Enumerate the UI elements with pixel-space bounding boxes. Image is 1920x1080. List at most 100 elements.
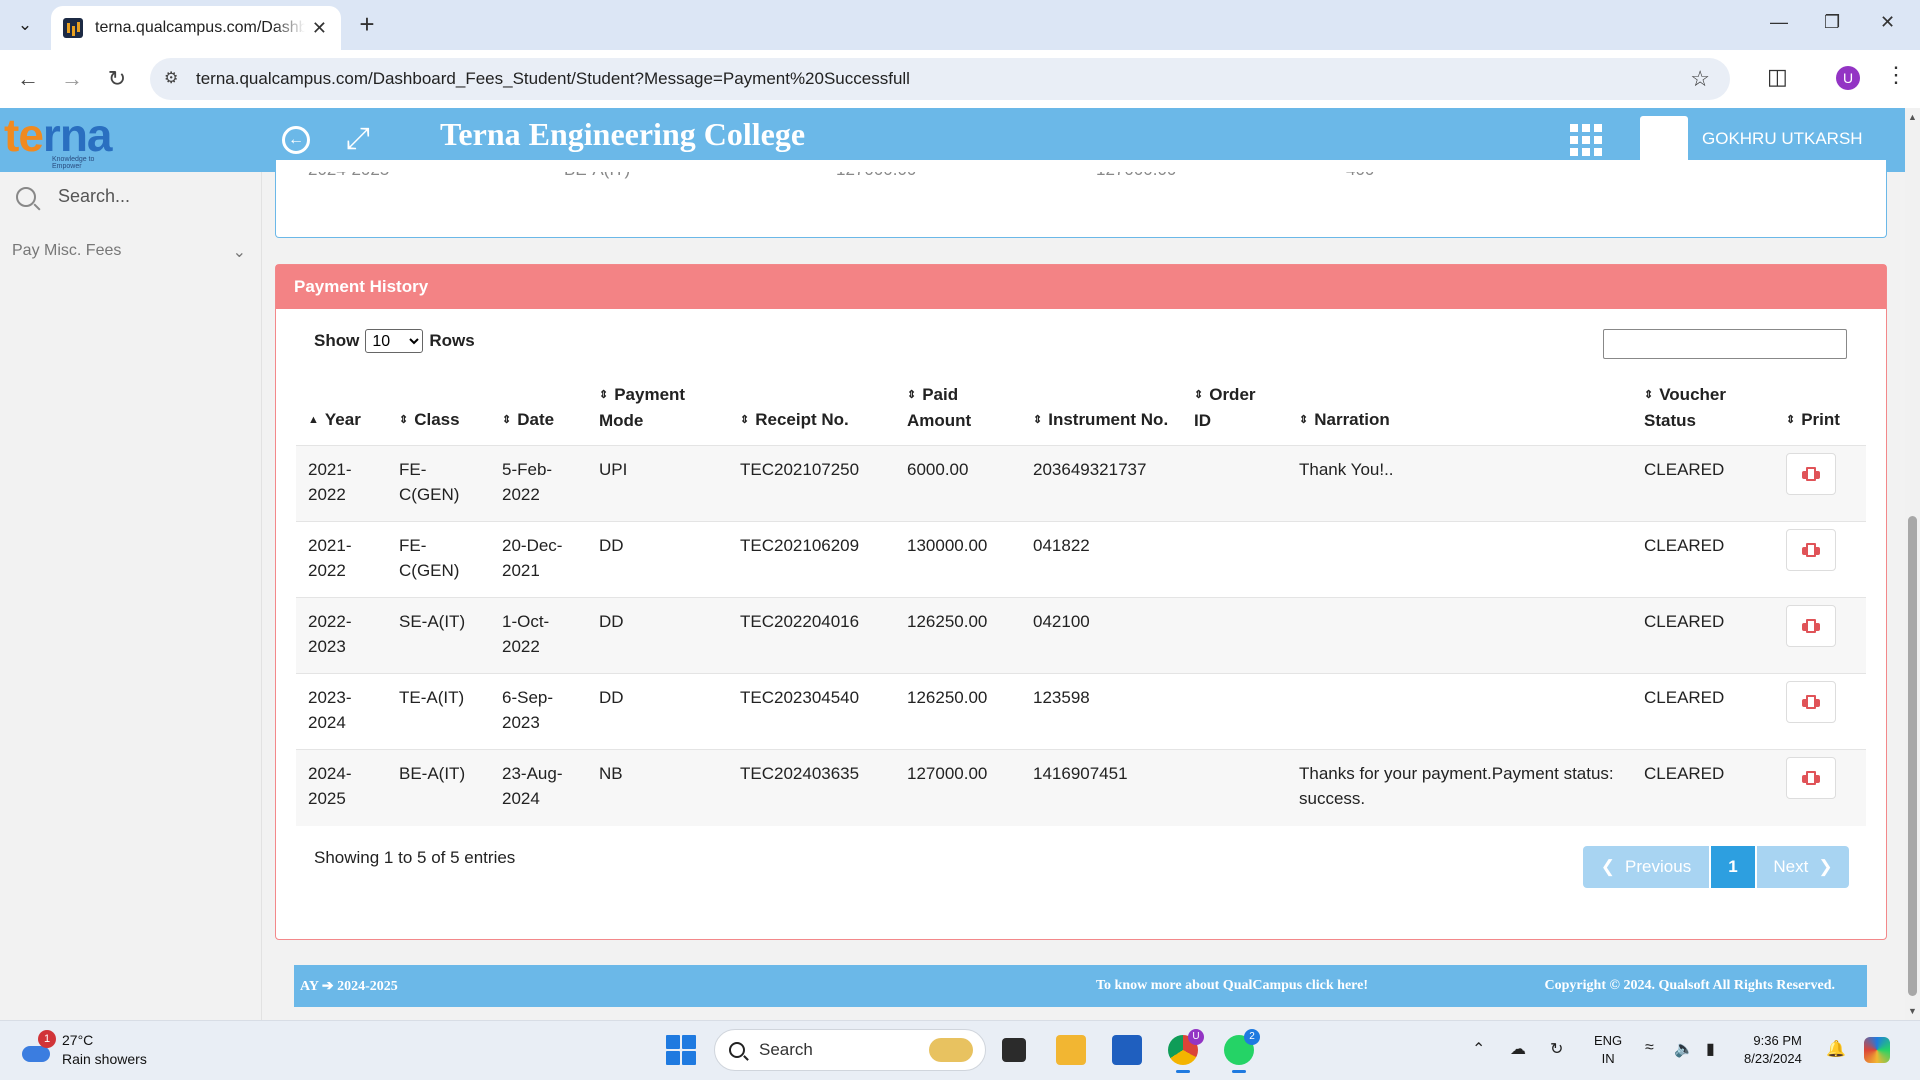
microsoft-store-icon[interactable] xyxy=(1112,1035,1142,1065)
print-receipt-button[interactable] xyxy=(1786,605,1836,647)
pagination: ❮ Previous 1 Next ❯ xyxy=(1583,846,1849,888)
sidebar-item-pay-misc-fees[interactable]: Pay Misc. Fees ⌄ xyxy=(12,242,246,262)
browser-menu-icon[interactable]: ⋮ xyxy=(1885,62,1907,88)
cell-class: TE-A(IT) xyxy=(387,673,490,750)
weather-widget[interactable]: 1 27°C Rain showers xyxy=(20,1030,147,1069)
rows-per-page-select[interactable]: 102550100 xyxy=(365,329,424,353)
qualcampus-link[interactable]: To know more about QualCampus click here… xyxy=(1096,978,1368,994)
profile-avatar[interactable]: U xyxy=(1836,66,1860,90)
sidebar-search-input[interactable] xyxy=(58,186,238,207)
weather-badge: 1 xyxy=(38,1030,56,1048)
cell-receipt: TEC202106209 xyxy=(728,521,895,598)
back-arrow-icon[interactable]: ← xyxy=(14,66,42,94)
sort-icon: ⇕ xyxy=(740,414,750,426)
tab-close-icon[interactable]: ✕ xyxy=(312,18,327,39)
notification-bell-icon[interactable]: 🔔 xyxy=(1826,1039,1846,1059)
cell-year: 2021-2022 xyxy=(296,445,387,522)
col-payment-mode[interactable]: ⇕ Payment Mode xyxy=(587,372,728,446)
extensions-puzzle-icon[interactable]: ◫ xyxy=(1767,64,1788,90)
col-class[interactable]: ⇕ Class xyxy=(387,372,490,446)
address-bar[interactable]: ⚙ terna.qualcampus.com/Dashboard_Fees_St… xyxy=(150,58,1730,100)
whatsapp-icon[interactable]: 2 xyxy=(1224,1029,1260,1073)
minimize-icon[interactable]: — xyxy=(1770,12,1788,33)
page-scrollbar[interactable]: ▲ ▼ xyxy=(1905,108,1920,1020)
next-page-button[interactable]: Next ❯ xyxy=(1757,846,1849,888)
site-info-icon[interactable]: ⚙ xyxy=(164,68,186,90)
sync-icon[interactable]: ↻ xyxy=(1550,1039,1563,1059)
panel-title: Payment History xyxy=(276,265,1886,309)
col-year[interactable]: ▲ Year xyxy=(296,372,387,446)
col-narration[interactable]: ⇕ Narration xyxy=(1287,372,1632,446)
restore-icon[interactable]: ❐ xyxy=(1824,12,1840,33)
browser-tab-active[interactable]: terna.qualcampus.com/Dashbo ✕ xyxy=(51,6,341,50)
browser-tab-bar: ⌄ terna.qualcampus.com/Dashbo ✕ + — ❐ ✕ xyxy=(0,0,1920,50)
search-icon xyxy=(16,186,36,207)
copilot-icon[interactable] xyxy=(1864,1037,1890,1063)
scroll-up-arrow-icon[interactable]: ▲ xyxy=(1908,112,1917,122)
cell-order-id xyxy=(1182,597,1287,674)
sort-icon: ⇕ xyxy=(1194,389,1204,401)
wifi-icon[interactable]: ≈ xyxy=(1645,1039,1654,1057)
bookmark-star-icon[interactable]: ☆ xyxy=(1690,66,1710,92)
col-receipt-no[interactable]: ⇕ Receipt No. xyxy=(728,372,895,446)
language-indicator[interactable]: ENG IN xyxy=(1594,1032,1622,1068)
scrollbar-thumb[interactable] xyxy=(1908,516,1917,996)
sort-icon: ⇕ xyxy=(502,414,512,426)
cell-narration xyxy=(1287,597,1632,674)
col-paid-amount[interactable]: ⇕ Paid Amount xyxy=(895,372,1021,446)
cell-instrument: 203649321737 xyxy=(1021,445,1182,522)
sidebar-search xyxy=(16,186,238,207)
previous-page-button[interactable]: ❮ Previous xyxy=(1583,846,1709,888)
col-voucher-status[interactable]: ⇕ Voucher Status xyxy=(1632,372,1774,446)
print-receipt-button[interactable] xyxy=(1786,529,1836,571)
task-view-icon[interactable] xyxy=(1002,1038,1026,1062)
printer-icon xyxy=(1802,771,1820,785)
page-1-button[interactable]: 1 xyxy=(1711,846,1755,888)
cell-date: 6-Sep-2023 xyxy=(490,673,587,750)
show-hidden-icons-chevron-icon[interactable]: ⌃ xyxy=(1472,1039,1485,1059)
tab-list-chevron-icon[interactable]: ⌄ xyxy=(10,10,40,40)
search-icon xyxy=(729,1042,745,1058)
printer-icon xyxy=(1802,695,1820,709)
chevron-down-icon: ⌄ xyxy=(232,244,246,261)
table-search-input[interactable] xyxy=(1603,329,1847,359)
new-tab-plus-icon[interactable]: + xyxy=(352,10,382,40)
header-back-icon[interactable]: ← xyxy=(282,126,310,154)
user-avatar[interactable] xyxy=(1640,116,1688,164)
fullscreen-expand-icon[interactable]: ⤢ xyxy=(346,124,370,154)
cell-receipt: TEC202204016 xyxy=(728,597,895,674)
col-order-id[interactable]: ⇕ Order ID xyxy=(1182,372,1287,446)
system-clock[interactable]: 9:36 PM 8/23/2024 xyxy=(1744,1032,1802,1068)
terna-logo[interactable]: terna Knowledge to Empower xyxy=(4,109,124,170)
cell-status: CLEARED xyxy=(1632,521,1774,598)
chrome-icon[interactable]: U xyxy=(1168,1029,1204,1073)
logo-tagline: Knowledge to Empower xyxy=(52,156,95,170)
print-receipt-button[interactable] xyxy=(1786,757,1836,799)
col-print[interactable]: ⇕ Print xyxy=(1774,372,1866,446)
battery-icon[interactable]: ▮ xyxy=(1706,1039,1715,1059)
file-explorer-icon[interactable] xyxy=(1056,1035,1086,1065)
cell-status: CLEARED xyxy=(1632,445,1774,522)
window-close-icon[interactable]: ✕ xyxy=(1880,12,1895,33)
rain-cloud-icon: 1 xyxy=(20,1030,56,1066)
cell-receipt: TEC202403635 xyxy=(728,749,895,826)
col-date[interactable]: ⇕ Date xyxy=(490,372,587,446)
scroll-down-arrow-icon[interactable]: ▼ xyxy=(1908,1006,1917,1016)
cell-order-id xyxy=(1182,749,1287,826)
reload-icon[interactable]: ↻ xyxy=(103,66,131,94)
taskbar-search[interactable]: Search xyxy=(714,1029,986,1071)
cell-status: CLEARED xyxy=(1632,673,1774,750)
col-instrument-no[interactable]: ⇕ Instrument No. xyxy=(1021,372,1182,446)
user-name[interactable]: GOKHRU UTKARSH xyxy=(1702,129,1863,149)
url-text[interactable]: terna.qualcampus.com/Dashboard_Fees_Stud… xyxy=(196,69,910,89)
print-receipt-button[interactable] xyxy=(1786,681,1836,723)
print-receipt-button[interactable] xyxy=(1786,453,1836,495)
onedrive-icon[interactable]: ☁ xyxy=(1510,1039,1526,1059)
logo-letters-rna: rna xyxy=(42,109,113,161)
ghost-paid: 127000.00 xyxy=(1096,160,1177,179)
windows-start-icon[interactable] xyxy=(666,1035,696,1065)
table-row: 2021-2022 FE-C(GEN) 20-Dec-2021 DD TEC202106… xyxy=(296,521,1866,598)
apps-grid-icon[interactable] xyxy=(1570,124,1602,156)
volume-icon[interactable]: 🔈 xyxy=(1674,1039,1694,1059)
forward-arrow-icon[interactable]: → xyxy=(58,66,86,94)
